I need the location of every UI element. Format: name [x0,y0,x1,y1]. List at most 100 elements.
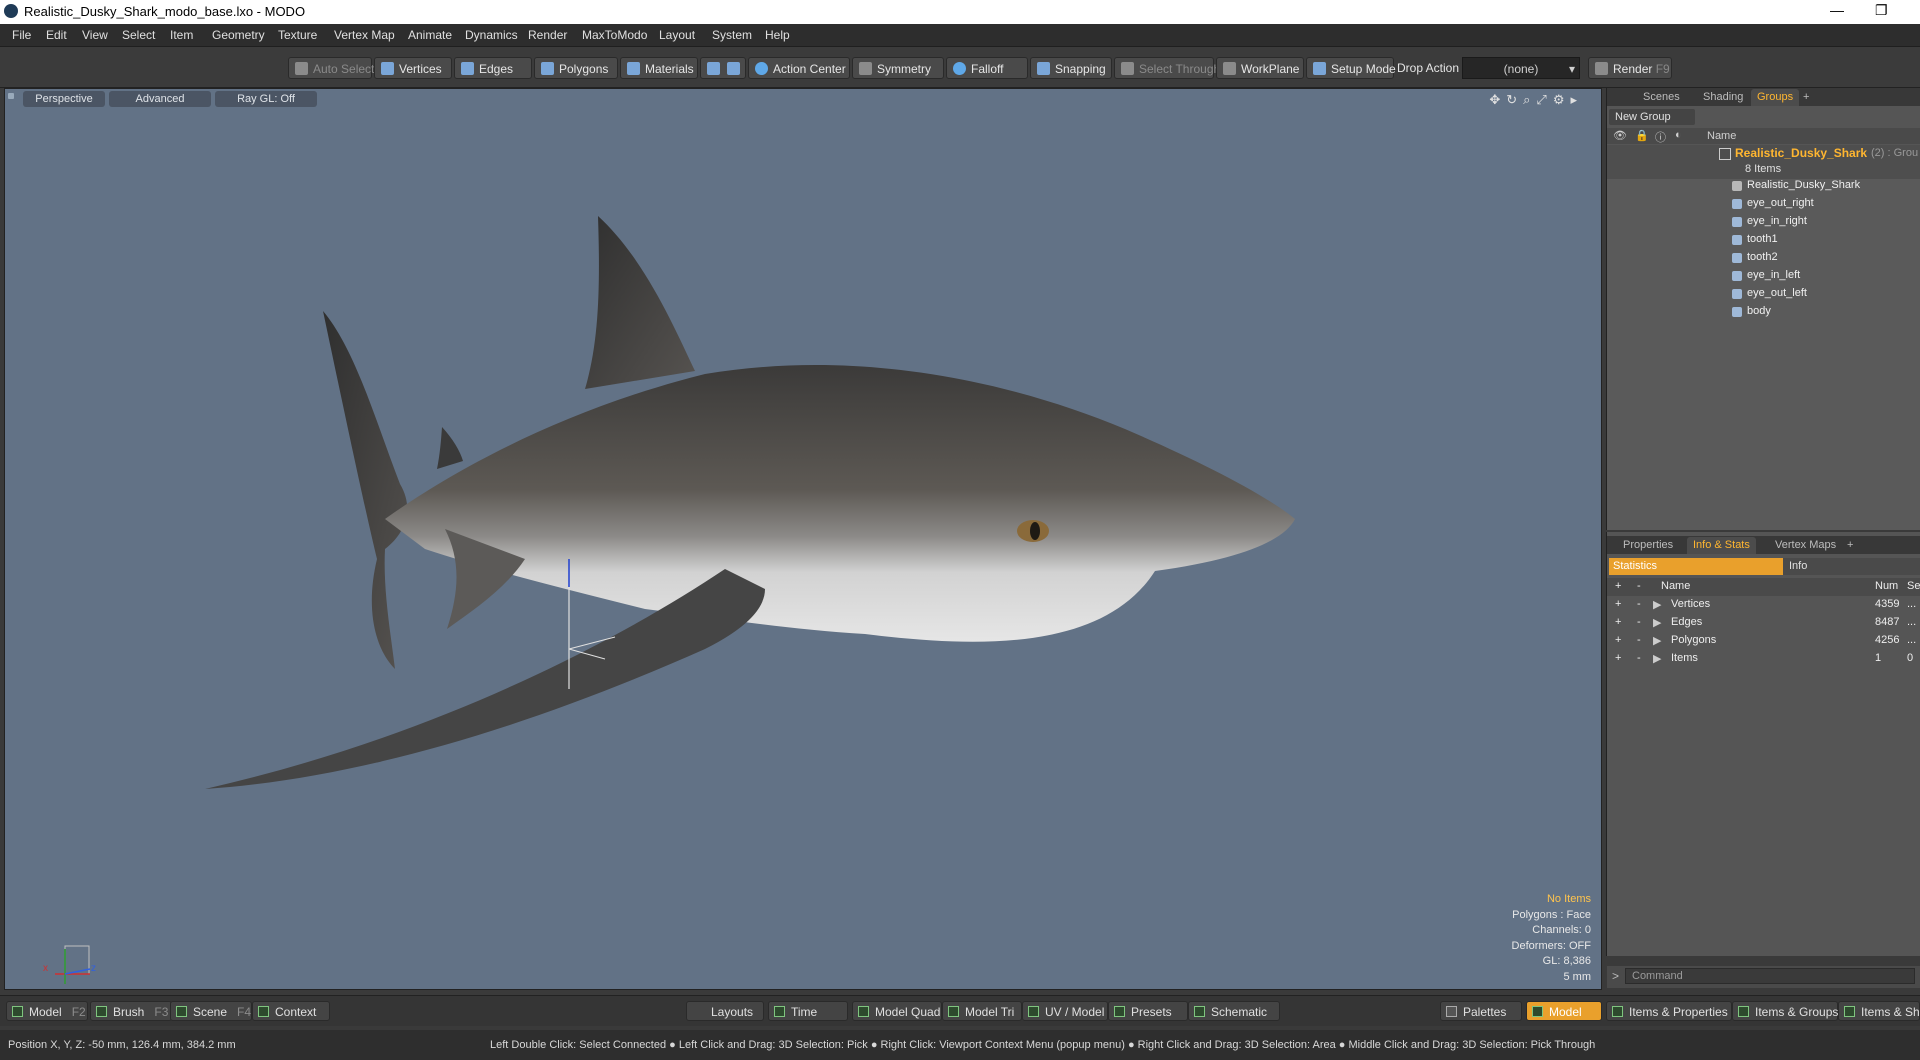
mesh-icon [1732,271,1742,281]
mouse-hints: Left Double Click: Select Connected ● Le… [490,1039,1596,1051]
edges-button[interactable]: Edges [454,57,532,79]
auto-select-button[interactable]: Auto Select [288,57,374,79]
menu-item[interactable]: Item [170,28,193,42]
falloff-icon [953,62,966,75]
list-item[interactable]: tooth1 [1607,231,1920,249]
menu-animate[interactable]: Animate [408,28,452,42]
tab-shading[interactable]: Shading [1697,89,1749,106]
uv-model-button[interactable]: UV / Model [1022,1001,1108,1021]
tab-properties[interactable]: Properties [1617,537,1679,554]
tab-scenes[interactable]: Scenes [1637,89,1686,106]
list-item[interactable]: eye_in_left [1607,267,1920,285]
menu-system[interactable]: System [712,28,752,42]
menu-texture[interactable]: Texture [278,28,317,42]
menu-bar: File Edit View Select Item Geometry Text… [0,24,1920,47]
layout-icon [12,1006,23,1017]
menu-edit[interactable]: Edit [46,28,67,42]
expand-arrow-icon[interactable]: ▶ [1653,598,1661,611]
workplane-button[interactable]: WorkPlane [1216,57,1304,79]
table-row[interactable]: + - ▶ Edges 8487... [1607,614,1920,632]
layout-icon [858,1006,869,1017]
new-group-button[interactable]: New Group [1609,109,1695,125]
menu-help[interactable]: Help [765,28,790,42]
list-item[interactable]: eye_out_left [1607,285,1920,303]
table-row[interactable]: + - ▶ Items 1 0 [1607,650,1920,668]
items-shading-button[interactable]: Items & Sha [1838,1001,1920,1021]
tab-info[interactable]: Info [1783,558,1920,575]
expand-arrow-icon[interactable]: ▶ [1653,634,1661,647]
context-layout-button[interactable]: Context [252,1001,330,1021]
list-item[interactable]: eye_out_right [1607,195,1920,213]
menu-geometry[interactable]: Geometry [212,28,265,42]
materials-button[interactable]: Materials [620,57,698,79]
selection-set-icon [707,62,720,75]
polygons-button[interactable]: Polygons [534,57,618,79]
menu-select[interactable]: Select [122,28,155,42]
snapping-button[interactable]: Snapping [1030,57,1112,79]
layout-icon [258,1006,269,1017]
menu-render[interactable]: Render [528,28,567,42]
drop-action-select[interactable]: (none) ▾ [1462,57,1580,79]
tab-info-stats[interactable]: Info & Stats [1687,537,1756,554]
command-input[interactable]: Command [1625,968,1915,984]
time-button[interactable]: Time [768,1001,848,1021]
action-center-button[interactable]: Action Center [748,57,850,79]
list-item[interactable]: Realistic_Dusky_Shark [1607,177,1920,195]
group-title-row[interactable]: Realistic_Dusky_Shark (2) : Grou 8 Items [1607,145,1920,179]
stats-subtabs: Statistics Info [1609,558,1920,575]
expand-arrow-icon[interactable]: ▶ [1653,652,1661,665]
list-item[interactable]: body [1607,303,1920,321]
info-icon[interactable]: ⓘ [1655,129,1666,145]
groups-list[interactable]: Realistic_Dusky_Shark (2) : Grou 8 Items… [1607,145,1920,530]
lock-icon[interactable]: 🔒 [1635,129,1649,142]
tab-vertex-maps[interactable]: Vertex Maps [1769,537,1842,554]
symmetry-icon [859,62,872,75]
brush-layout-button[interactable]: Brush F3 [90,1001,172,1021]
items-groups-button[interactable]: Items & Groups [1732,1001,1838,1021]
selection-set-alt-icon [727,62,740,75]
tab-groups[interactable]: Groups [1751,89,1800,106]
mesh-icon [1732,181,1742,191]
render-button[interactable]: Render F9 [1588,57,1672,79]
render-toggle-icon[interactable]: ◐ [1675,129,1682,141]
presets-button[interactable]: Presets [1108,1001,1188,1021]
layouts-button[interactable]: Layouts [686,1001,764,1021]
setup-mode-button[interactable]: Setup Mode [1306,57,1396,79]
schematic-button[interactable]: Schematic [1188,1001,1280,1021]
items-properties-button[interactable]: Items & Properties [1606,1001,1732,1021]
menu-dynamics[interactable]: Dynamics [465,28,518,42]
menu-maxtomodo[interactable]: MaxToModo [582,28,647,42]
select-through-button[interactable]: Select Through [1114,57,1220,79]
add-tab-icon[interactable]: + [1797,89,1815,106]
expand-arrow-icon[interactable]: ▶ [1653,616,1661,629]
selection-sets-button[interactable] [700,57,746,79]
symmetry-button[interactable]: Symmetry [852,57,944,79]
drop-action-label: Drop Action [1397,61,1460,75]
add-tab-icon[interactable]: + [1841,537,1859,554]
minimize-icon[interactable]: — [1830,2,1844,18]
minus-icon[interactable]: - [1637,580,1641,592]
model-quad-button[interactable]: Model Quad [852,1001,942,1021]
list-item[interactable]: tooth2 [1607,249,1920,267]
bottom-toolbar: Model F2 Brush F3 Scene F4 Context Layouts … [0,995,1920,1026]
menu-file[interactable]: File [12,28,31,42]
menu-vertex-map[interactable]: Vertex Map [334,28,395,42]
model-tri-button[interactable]: Model Tri [942,1001,1022,1021]
vertices-button[interactable]: Vertices [374,57,452,79]
plus-icon[interactable]: + [1615,580,1621,592]
3d-viewport[interactable]: Perspective Advanced Ray GL: Off ✥↻⌕⤢⚙▸ [4,88,1602,990]
scene-layout-button[interactable]: Scene F4 [170,1001,252,1021]
table-row[interactable]: + - ▶ Polygons 4256... [1607,632,1920,650]
tab-statistics[interactable]: Statistics [1609,558,1783,575]
eye-icon[interactable]: 👁 [1613,129,1627,142]
model-tab-active[interactable]: Model [1526,1001,1602,1021]
falloff-button[interactable]: Falloff [946,57,1028,79]
menu-view[interactable]: View [82,28,108,42]
shark-model[interactable] [5,89,1602,990]
restore-icon[interactable]: ❐ [1875,2,1888,19]
table-row[interactable]: + - ▶ Vertices 4359... [1607,596,1920,614]
model-layout-button[interactable]: Model F2 [6,1001,88,1021]
list-item[interactable]: eye_in_right [1607,213,1920,231]
palettes-button[interactable]: Palettes [1440,1001,1522,1021]
menu-layout[interactable]: Layout [659,28,695,42]
